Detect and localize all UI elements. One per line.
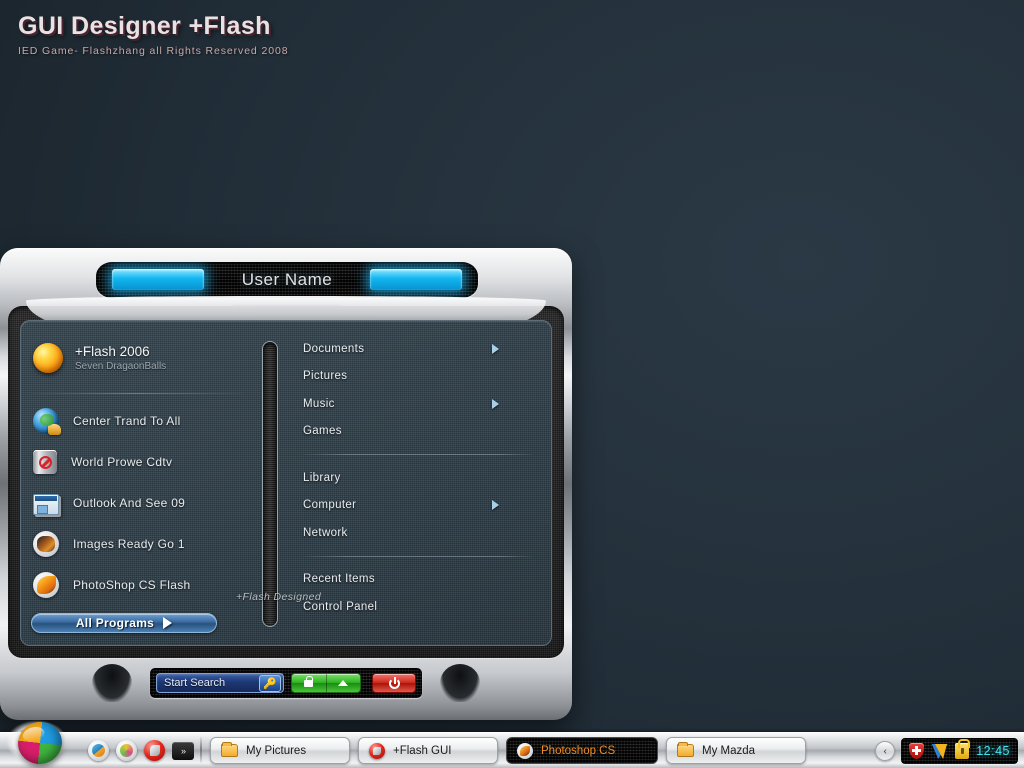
taskbar-button-photoshop-cs[interactable]: Photoshop CS [506,737,658,764]
menu-item-label: Documents [303,342,365,355]
taskbar-button-my-pictures[interactable]: My Pictures [210,737,350,764]
mail-icon [33,493,59,515]
menu-item-label: Network [303,526,348,539]
tray-icon-area: 12:45 [901,738,1018,764]
search-placeholder: Start Search [164,677,226,689]
start-button[interactable] [6,714,68,768]
taskbar-button-label: Photoshop CS [541,744,616,757]
start-menu-left-column: +Flash 2006 Seven DragaonBalls Center Tr… [21,321,253,645]
taskbar-button-label: +Flash GUI [393,744,452,757]
user-subtitle: Seven DragaonBalls [75,361,167,372]
globe-icon [33,407,61,435]
chrome-fin-right [440,664,480,702]
start-menu-panel: User Name +Flash Designed +Flash 2006 Se… [0,248,572,720]
menu-item-label: Games [303,425,342,438]
menu-item-label: Computer [303,499,357,512]
list-item-label: World Prowe Cdtv [71,454,173,469]
folder-icon [221,742,238,757]
menu-item-recent-items[interactable]: Recent Items [303,566,537,594]
imageready-icon [33,530,59,557]
eject-button[interactable] [327,674,361,692]
list-item-label: Center Trand To All [73,413,181,428]
taskbar-button-flash-gui[interactable]: +Flash GUI [358,737,498,764]
scrollbar[interactable] [262,341,278,627]
right-divider-1 [303,454,533,455]
chevron-right-icon [163,617,173,629]
overflow-chevron-icon[interactable]: » [172,741,194,760]
lock-icon[interactable] [955,739,971,759]
submenu-arrow-icon [492,398,499,409]
security-shield-icon[interactable] [909,743,925,759]
menu-item-library[interactable]: Library [303,464,537,492]
menu-item-label: Recent Items [303,573,375,586]
task-button-list: My Pictures +Flash GUI Photoshop CS My M… [210,737,806,764]
list-item-label: PhotoShop CS Flash [73,577,191,592]
taskbar-button-label: My Mazda [702,744,756,757]
quicklaunch-flash-icon[interactable] [144,740,165,761]
brand-title: GUI Designer +Flash [18,12,271,40]
list-item-label: Images Ready Go 1 [73,536,185,551]
dragonball-icon [33,343,63,373]
right-divider-2 [303,555,533,557]
list-item[interactable]: PhotoShop CS Flash [21,564,253,605]
start-menu-footer: Start Search 🔑 [150,668,422,698]
power-icon [388,676,400,689]
list-item[interactable]: Outlook And See 09 [21,482,253,523]
designer-watermark: +Flash Designed [236,591,322,603]
list-item[interactable]: Images Ready Go 1 [21,523,253,564]
pinned-app-list: Center Trand To All World Prowe Cdtv Out… [21,394,253,605]
key-icon[interactable]: 🔑 [259,674,281,692]
menu-item-label: Pictures [303,370,348,383]
menu-item-label: Music [303,397,335,410]
submenu-arrow-icon [492,500,499,511]
menu-item-computer[interactable]: Computer [303,492,537,520]
power-button[interactable] [372,673,416,693]
led-strip-right [370,269,462,290]
search-input[interactable]: Start Search 🔑 [156,673,284,693]
quick-launch-bar: » [88,740,194,761]
brand-subtitle: IED Game- Flashzhang all Rights Reserved… [18,45,289,57]
photoshop-icon [517,742,533,759]
taskbar-clock[interactable]: 12:45 [976,744,1010,758]
menu-item-network[interactable]: Network [303,519,537,547]
taskbar-button-label: My Pictures [246,744,307,757]
menu-item-label: Library [303,471,341,484]
chrome-fin-left [92,664,132,702]
user-name-title: User Name [241,270,333,289]
all-programs-button[interactable]: All Programs [31,613,217,633]
start-menu-right-column: Documents Pictures Music Games Library C… [287,321,551,645]
padlock-icon [304,675,314,687]
folder-icon [677,742,694,757]
menu-item-pictures[interactable]: Pictures [303,363,537,391]
tray-expand-icon[interactable]: ‹ [875,741,896,761]
menu-item-music[interactable]: Music [303,390,537,418]
lock-button[interactable] [292,674,327,692]
list-item-label: Outlook And See 09 [73,495,186,510]
lock-eject-button-group[interactable] [291,673,361,693]
flash-icon [369,742,385,759]
menu-item-control-panel[interactable]: Control Panel [303,593,537,621]
all-programs-label: All Programs [75,616,155,630]
photoshop-icon [33,571,59,598]
user-display-name: +Flash 2006 [75,344,150,359]
user-block[interactable]: +Flash 2006 Seven DragaonBalls [21,335,253,381]
messenger-icon[interactable] [931,744,948,759]
taskbar-separator [200,737,202,763]
taskbar: » My Pictures +Flash GUI Photoshop CS My… [0,717,1024,768]
up-arrow-icon [338,680,349,686]
led-strip-left [112,269,204,290]
submenu-arrow-icon [492,343,499,354]
start-menu-header: User Name [96,262,478,298]
desktop-branding: GUI Designer +Flash IED Game- Flashzhang… [18,12,288,57]
menu-item-games[interactable]: Games [303,418,537,446]
quicklaunch-media-icon[interactable] [116,740,137,761]
taskbar-button-my-mazda[interactable]: My Mazda [666,737,806,764]
system-tray: ‹ 12:45 [875,738,1018,764]
recycle-bin-icon [33,450,57,474]
quicklaunch-paint-icon[interactable] [88,740,109,761]
menu-item-documents[interactable]: Documents [303,335,537,363]
list-item[interactable]: Center Trand To All [21,400,253,441]
list-item[interactable]: World Prowe Cdtv [21,441,253,482]
